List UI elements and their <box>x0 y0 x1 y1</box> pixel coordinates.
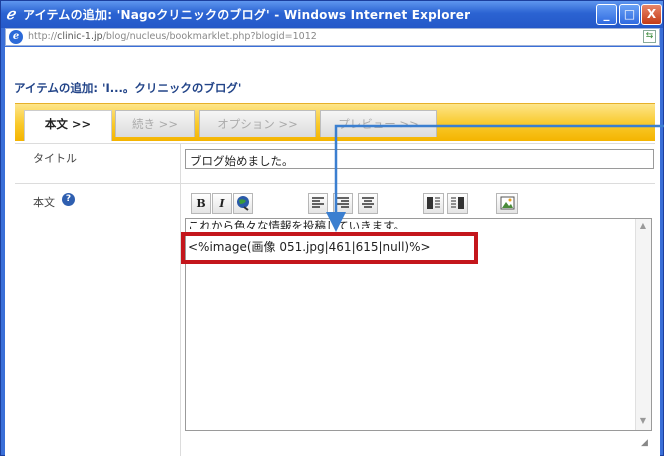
highlight-box <box>181 232 478 264</box>
form-divider <box>180 143 181 456</box>
resize-grip-icon[interactable]: ◢ <box>641 438 662 454</box>
url-domain: clinic-1.jp <box>57 31 103 42</box>
scroll-up-icon[interactable]: ▲ <box>638 221 648 233</box>
insert-media-button[interactable] <box>423 193 444 214</box>
address-url[interactable]: http://clinic-1.jp/blog/nucleus/bookmark… <box>28 31 317 42</box>
body-label: 本文 <box>33 196 55 209</box>
url-prefix: http:// <box>28 31 58 42</box>
help-icon[interactable]: ? <box>62 193 75 206</box>
insert-media-right-icon <box>451 197 464 209</box>
insert-image-button[interactable] <box>496 193 518 214</box>
align-center-icon <box>362 197 374 208</box>
align-right-button[interactable] <box>333 193 353 214</box>
scroll-down-icon[interactable]: ▼ <box>638 416 648 428</box>
tab-continued[interactable]: 続き >> <box>115 110 195 137</box>
close-button[interactable]: X <box>641 4 662 25</box>
row-separator <box>15 143 655 144</box>
title-bar[interactable]: ℯ アイテムの追加: 'Nagoクリニックのブログ' - Windows Int… <box>1 1 663 28</box>
align-left-icon <box>312 197 324 208</box>
link-button[interactable] <box>233 193 253 214</box>
insert-image-icon <box>500 196 514 210</box>
align-right-icon <box>337 197 349 208</box>
minimize-button[interactable]: _ <box>596 4 617 25</box>
title-label: タイトル <box>33 152 77 165</box>
body-text-line: これから色々な情報を投稿していきます。 <box>188 220 406 229</box>
ie-logo-icon: ℯ <box>6 5 15 23</box>
tab-preview[interactable]: プレビュー >> <box>320 110 437 137</box>
page-ie-icon: e <box>9 30 23 44</box>
maximize-button[interactable]: □ <box>619 4 640 25</box>
compat-view-icon[interactable]: ⇆ <box>643 30 656 43</box>
window-title: アイテムの追加: 'Nagoクリニックのブログ' - Windows Inter… <box>23 8 471 22</box>
bold-button[interactable]: B <box>191 193 211 214</box>
address-bar[interactable]: e http://clinic-1.jp/blog/nucleus/bookma… <box>5 28 660 46</box>
url-path: /blog/nucleus/bookmarklet.php?blogid=101… <box>102 31 317 42</box>
align-center-button[interactable] <box>358 193 378 214</box>
tab-options[interactable]: オプション >> <box>199 110 316 137</box>
row-separator <box>15 183 655 184</box>
tab-body[interactable]: 本文 >> <box>24 110 112 141</box>
insert-media-right-button[interactable] <box>447 193 468 214</box>
page-heading: アイテムの追加: 'I...。クリニックのブログ' <box>14 81 242 95</box>
italic-button[interactable]: I <box>212 193 232 214</box>
globe-link-icon <box>237 196 249 211</box>
insert-media-icon <box>427 197 440 209</box>
align-left-button[interactable] <box>308 193 328 214</box>
vertical-scrollbar[interactable]: ▲ ▼ <box>635 219 651 430</box>
tab-bar: 本文 >> 続き >> オプション >> プレビュー >> <box>15 103 655 141</box>
title-input[interactable]: ブログ始めました。 <box>185 149 654 169</box>
